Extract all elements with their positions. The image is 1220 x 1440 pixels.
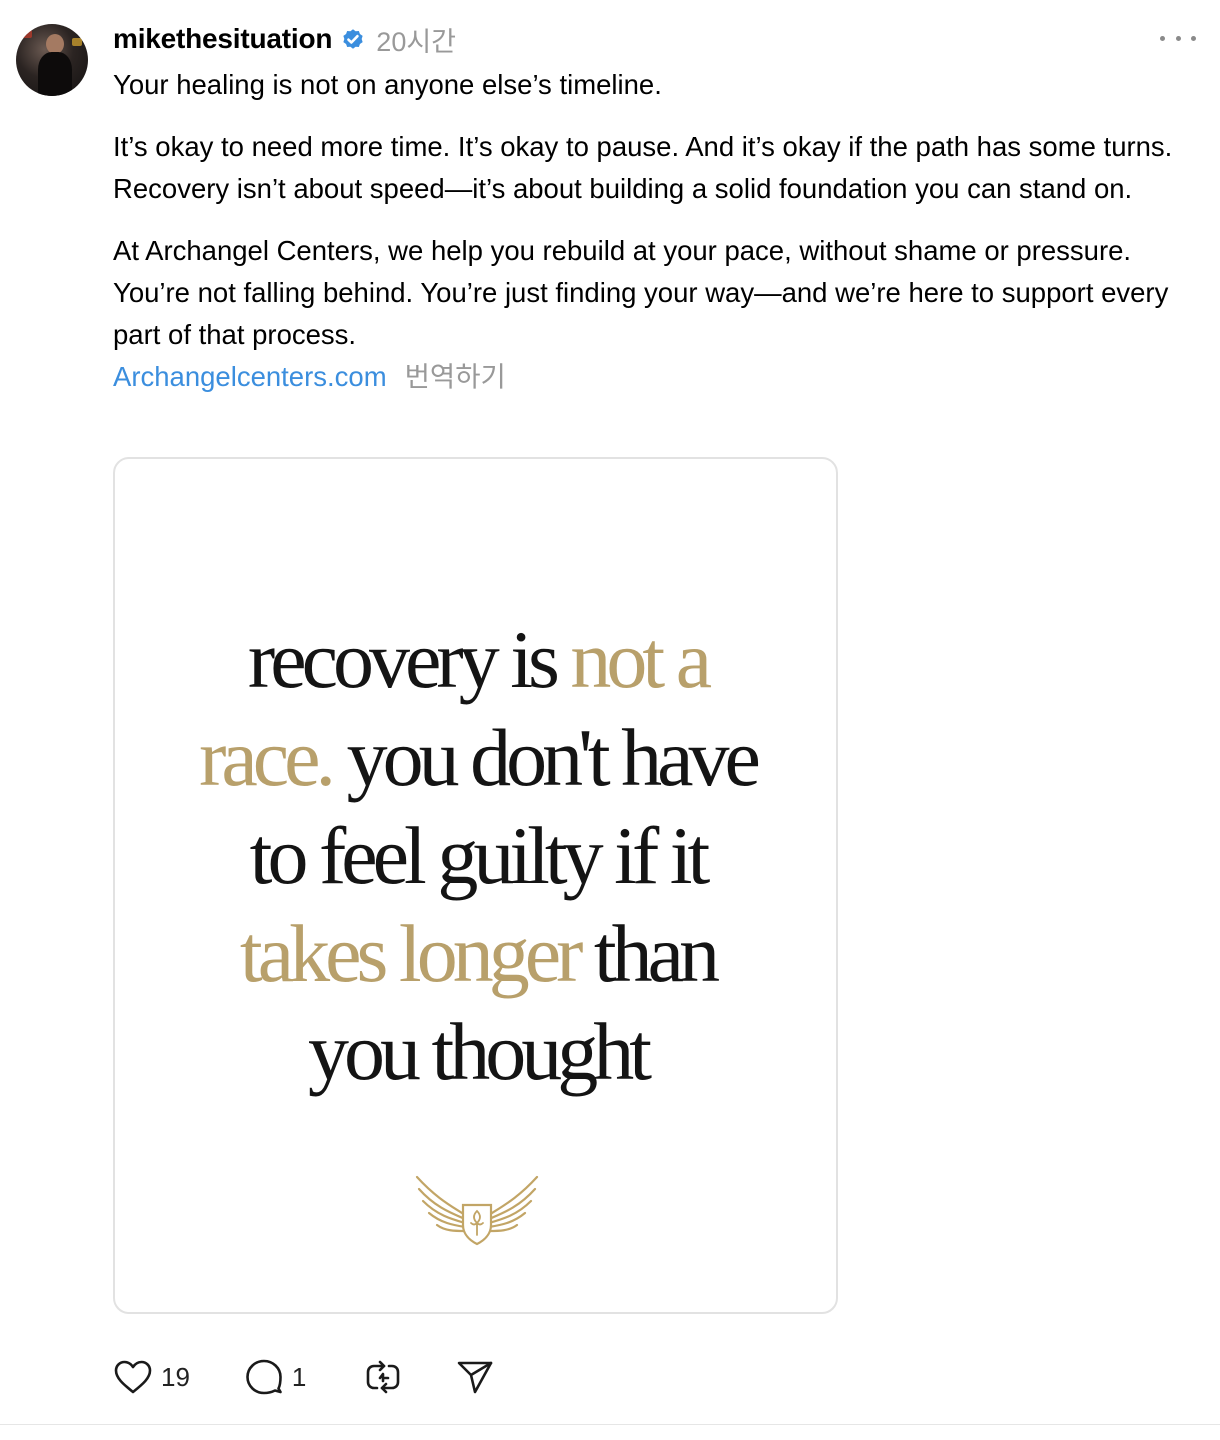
action-bar: 19 1 (113, 1354, 494, 1400)
website-link[interactable]: Archangelcenters.com (113, 356, 387, 398)
avatar[interactable] (16, 24, 88, 96)
avatar-backdrop-logo (20, 30, 32, 38)
repost-button[interactable] (364, 1358, 402, 1396)
threads-post: mikethesituation 20시간 Your healing is no… (0, 0, 1220, 1440)
heart-icon (114, 1360, 152, 1394)
post-timestamp: 20시간 (376, 26, 457, 57)
like-count: 19 (161, 1361, 190, 1392)
share-button[interactable] (456, 1359, 494, 1395)
post-header: mikethesituation 20시간 (113, 20, 456, 58)
send-icon (458, 1361, 493, 1394)
link-row: Archangelcenters.com 번역하기 (113, 356, 1193, 398)
quote-accent-segment: race. (199, 712, 336, 803)
like-button[interactable]: 19 (113, 1359, 190, 1395)
translate-button[interactable]: 번역하기 (405, 356, 506, 398)
quote-text: recovery is not a race. you don't have to … (115, 611, 836, 1101)
caption-paragraph-3: At Archangel Centers, we help you rebuil… (113, 235, 1169, 350)
caption-line-1: Your healing is not on anyone else’s tim… (113, 69, 662, 100)
avatar-body (38, 52, 72, 96)
username[interactable]: mikethesituation (113, 23, 332, 55)
post-image[interactable]: recovery is not a race. you don't have to … (113, 457, 838, 1314)
reply-count: 1 (291, 1361, 307, 1392)
quote-accent-segment: takes longer (239, 908, 583, 999)
quote-segment: recovery is (247, 614, 571, 705)
avatar-face (46, 34, 64, 54)
quote-accent-segment: not a (570, 614, 712, 705)
repost-icon (367, 1360, 400, 1394)
post-caption: Your healing is not on anyone else’s tim… (113, 64, 1193, 398)
more-options-icon[interactable] (1160, 26, 1196, 50)
verified-badge-icon (343, 29, 363, 49)
reply-button[interactable]: 1 (244, 1357, 306, 1397)
winged-shield-logo-icon (415, 1175, 539, 1246)
avatar-backdrop-logo (72, 38, 82, 46)
caption-paragraph-2: It’s okay to need more time. It’s okay t… (113, 131, 1173, 204)
comment-icon (246, 1359, 282, 1395)
post-divider (0, 1424, 1220, 1425)
